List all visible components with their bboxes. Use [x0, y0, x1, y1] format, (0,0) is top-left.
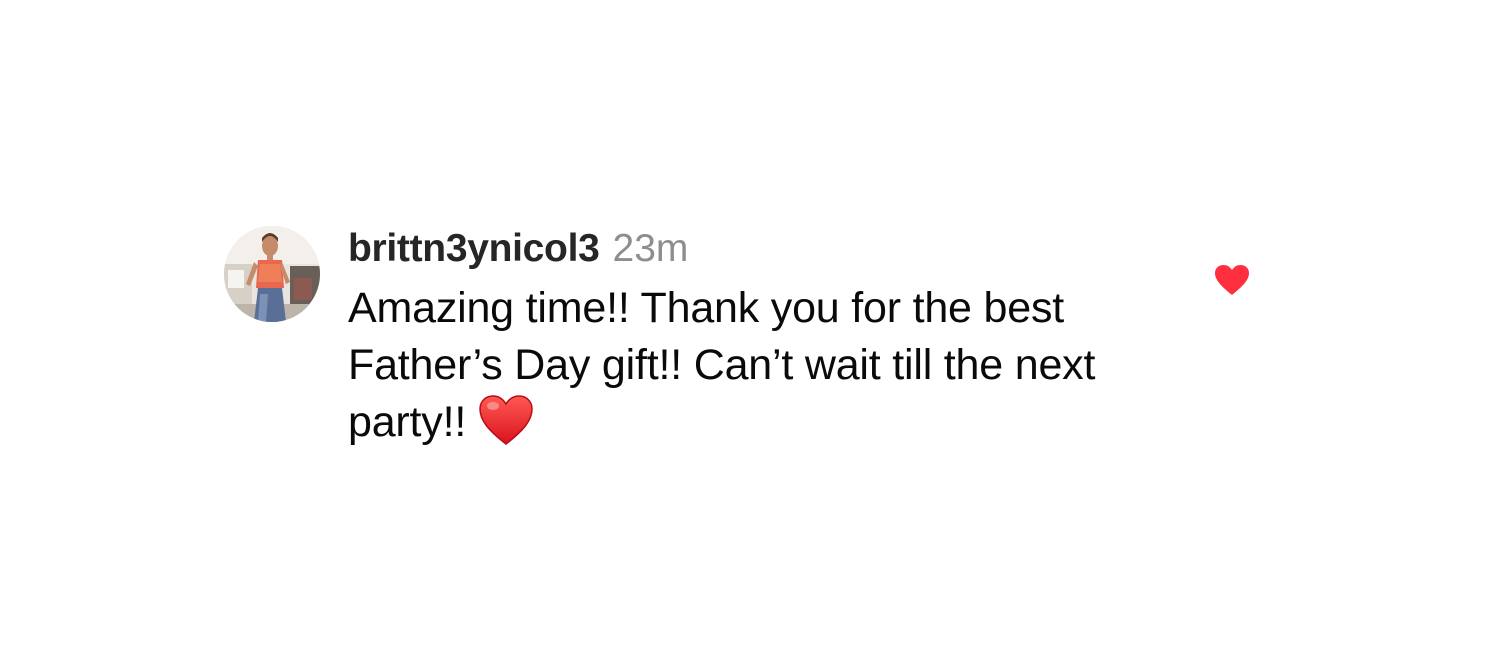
heart-filled-icon — [1215, 265, 1249, 295]
username-link[interactable]: brittn3ynicol3 — [348, 227, 600, 271]
timestamp[interactable]: 23m — [613, 227, 689, 271]
comment: brittn3ynicol3 23m Amazing time!! Thank … — [222, 222, 1252, 462]
avatar[interactable] — [224, 226, 320, 322]
comment-text-content: Amazing time!! Thank you for the best Fa… — [348, 284, 1096, 446]
like-button[interactable] — [1212, 260, 1252, 300]
avatar-photo — [224, 226, 320, 322]
comment-body: brittn3ynicol3 23m Amazing time!! Thank … — [348, 222, 1168, 461]
comment-meta: brittn3ynicol3 23m — [348, 222, 1168, 276]
red-heart-emoji-icon — [478, 394, 534, 461]
comment-text: Amazing time!! Thank you for the best Fa… — [348, 280, 1168, 461]
